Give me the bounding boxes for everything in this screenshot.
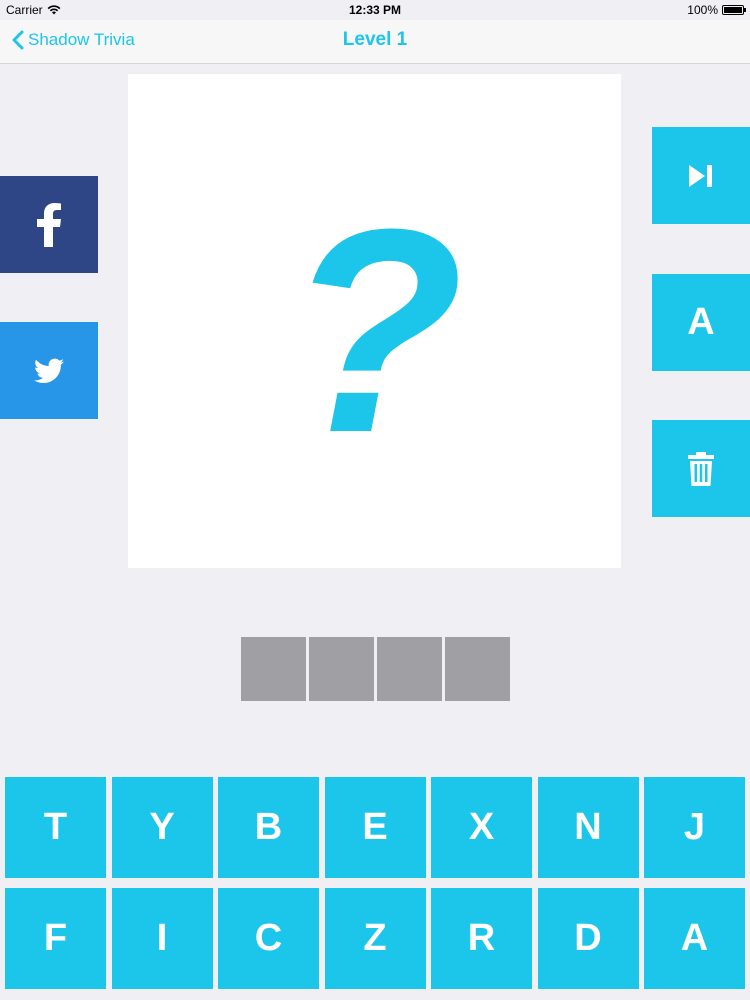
letter-key[interactable]: R xyxy=(431,888,532,989)
status-battery: 100% xyxy=(687,3,746,17)
letter-key[interactable]: F xyxy=(5,888,106,989)
reveal-letter-label: A xyxy=(687,301,715,343)
letter-key[interactable]: A xyxy=(644,888,745,989)
answer-slot[interactable] xyxy=(377,637,442,701)
status-bar: Carrier 12:33 PM 100% xyxy=(0,0,750,20)
battery-icon xyxy=(722,5,746,15)
letter-key[interactable]: Y xyxy=(111,777,213,878)
letter-key[interactable]: T xyxy=(5,777,106,878)
letter-key[interactable]: C xyxy=(218,888,319,989)
facebook-icon xyxy=(37,202,61,247)
letter-key[interactable]: X xyxy=(431,777,532,878)
twitter-share-button[interactable] xyxy=(0,322,98,419)
answer-slot[interactable] xyxy=(309,637,374,701)
letter-key[interactable]: B xyxy=(218,777,319,878)
remove-letters-button[interactable] xyxy=(652,420,750,517)
question-mark-glyph: ? xyxy=(286,191,463,451)
answer-slots xyxy=(241,637,510,701)
letter-key[interactable]: Z xyxy=(324,888,426,989)
letter-key[interactable]: D xyxy=(537,888,639,989)
battery-percent: 100% xyxy=(687,3,718,17)
reveal-letter-button[interactable]: A xyxy=(652,274,750,371)
letter-key[interactable]: E xyxy=(324,777,426,878)
letter-key[interactable]: N xyxy=(537,777,639,878)
skip-level-button[interactable] xyxy=(652,127,750,224)
svg-text:?: ? xyxy=(286,191,463,451)
status-time: 12:33 PM xyxy=(348,3,402,17)
letter-keyboard: TYBEXNJ FICZRDA xyxy=(5,777,745,989)
trash-icon xyxy=(688,451,714,486)
navigation-bar: Shadow Trivia Level 1 xyxy=(0,20,750,64)
puzzle-image: ? xyxy=(128,74,621,568)
answer-slot[interactable] xyxy=(241,637,306,701)
facebook-share-button[interactable] xyxy=(0,176,98,273)
twitter-icon xyxy=(34,358,64,383)
answer-slot[interactable] xyxy=(445,637,510,701)
page-title: Level 1 xyxy=(342,29,408,50)
letter-key[interactable]: J xyxy=(644,777,745,878)
letter-key[interactable]: I xyxy=(111,888,213,989)
skip-icon xyxy=(689,164,712,187)
